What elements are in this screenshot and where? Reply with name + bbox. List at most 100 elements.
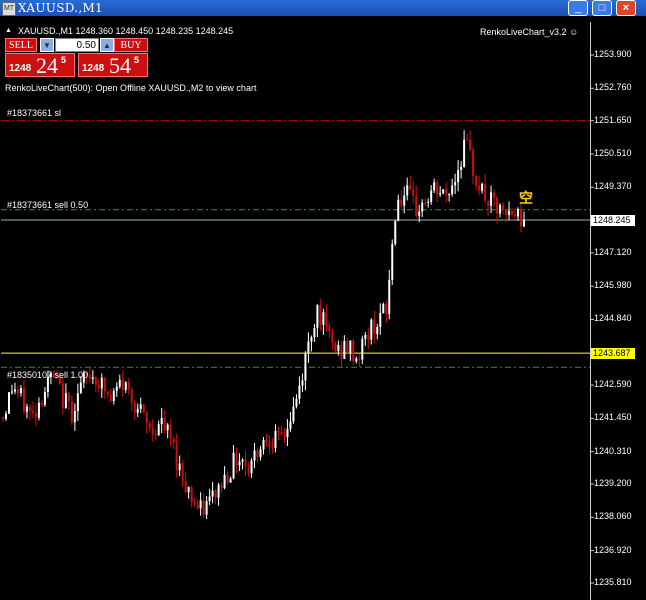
renko-message: RenkoLiveChart(500): Open Offline XAUUSD…	[5, 83, 257, 93]
candle-body	[442, 189, 445, 194]
candle-body	[424, 202, 427, 204]
candle-body	[256, 450, 259, 458]
candle-body	[502, 205, 505, 210]
order1-line-label[interactable]: #18373661 sell 0.50	[7, 200, 88, 210]
candle-body	[397, 199, 400, 221]
price-tick: 1235.810	[594, 577, 632, 587]
candle-body	[298, 385, 301, 399]
candle-body	[430, 190, 433, 202]
candle-body	[25, 406, 28, 412]
candle-body	[415, 195, 418, 216]
candle-body	[97, 385, 100, 389]
candle-body	[367, 334, 370, 340]
candle-body	[202, 500, 205, 515]
price-tick: 1239.200	[594, 478, 632, 489]
candle-body	[472, 149, 475, 177]
candle-body	[454, 182, 457, 186]
candle-body	[382, 304, 385, 313]
candle-body	[208, 496, 211, 502]
candle-body	[163, 417, 166, 431]
candle-body	[370, 319, 373, 340]
candle-body	[61, 383, 64, 408]
price-tick: 1242.590	[594, 379, 632, 390]
candle-body	[337, 344, 340, 352]
buy-button[interactable]: BUY	[114, 38, 148, 52]
candle-body	[376, 327, 379, 335]
candle-body	[286, 428, 289, 438]
candle-body	[394, 220, 397, 244]
sl-line-label[interactable]: #18373661 sl	[7, 108, 61, 118]
price-tick: 1253.900	[594, 49, 632, 59]
candle-body	[40, 402, 43, 405]
sell-price-small: 1248	[9, 63, 32, 74]
candle-body	[70, 401, 73, 423]
candle-body	[196, 504, 199, 509]
candle-body	[94, 377, 97, 386]
candle-body	[448, 194, 451, 196]
candle-body	[478, 185, 481, 191]
candle-body	[232, 452, 235, 479]
candle-body	[136, 408, 139, 413]
candle-body	[352, 340, 355, 362]
candle-body	[295, 398, 298, 407]
price-tick: 1238.060	[594, 511, 632, 522]
candle-body	[511, 211, 514, 215]
candle-body	[181, 463, 184, 482]
candle-body	[307, 341, 310, 354]
sell-price-sup: 5	[61, 55, 67, 65]
candle-body	[277, 430, 280, 432]
current-price-tag: 1248.245	[591, 215, 635, 226]
buy-price-box[interactable]: 1248 54 5	[78, 53, 148, 78]
candle-body	[157, 424, 160, 436]
candle-body	[190, 487, 193, 503]
candle-body	[517, 209, 520, 217]
candle-body	[91, 377, 94, 379]
candle-body	[322, 312, 325, 325]
candle-body	[490, 192, 493, 206]
candle-body	[379, 312, 382, 328]
candle-body	[151, 427, 154, 434]
candle-body	[283, 434, 286, 438]
candle-body	[280, 431, 283, 435]
chart-menu-arrow-icon[interactable]: ▲	[5, 27, 12, 34]
lot-increase-icon[interactable]: ▲	[100, 38, 114, 52]
candle-body	[433, 182, 436, 191]
candle-body	[22, 388, 25, 412]
candle-body	[229, 478, 232, 483]
candle-body	[304, 353, 307, 381]
sell-price-box[interactable]: 1248 24 5	[5, 53, 75, 78]
candle-body	[238, 461, 241, 466]
candle-body	[28, 406, 31, 411]
candle-body	[133, 402, 136, 413]
candle-body	[316, 305, 319, 329]
candle-body	[145, 412, 148, 424]
candle-body	[166, 424, 169, 431]
candle-body	[130, 389, 133, 403]
candle-body	[358, 358, 361, 360]
candle-body	[406, 185, 409, 196]
candle-body	[499, 205, 502, 214]
candle-body	[31, 410, 34, 413]
candle-body	[475, 176, 478, 186]
candle-body	[247, 466, 250, 474]
candle-body	[355, 358, 358, 362]
candle-body	[445, 189, 448, 195]
candle-body	[466, 139, 469, 141]
lot-decrease-icon[interactable]: ▼	[40, 38, 54, 52]
sell-price-big: 24	[36, 53, 58, 78]
candle-body	[172, 438, 175, 444]
candle-body	[340, 344, 343, 359]
candle-body	[289, 421, 292, 429]
order2-line-label[interactable]: #18350107 sell 1.00	[7, 370, 88, 380]
sell-button[interactable]: SELL	[5, 38, 37, 52]
price-tick: 1240.310	[594, 445, 632, 456]
lot-size-input[interactable]: 0.50	[55, 38, 99, 52]
candle-body	[400, 199, 403, 206]
candle-body	[463, 139, 466, 167]
candle-body	[421, 202, 424, 212]
candle-body	[142, 404, 145, 413]
candle-body	[268, 441, 271, 448]
candle-body	[274, 430, 277, 449]
candle-body	[211, 490, 214, 497]
price-tick: 1241.450	[594, 412, 632, 423]
